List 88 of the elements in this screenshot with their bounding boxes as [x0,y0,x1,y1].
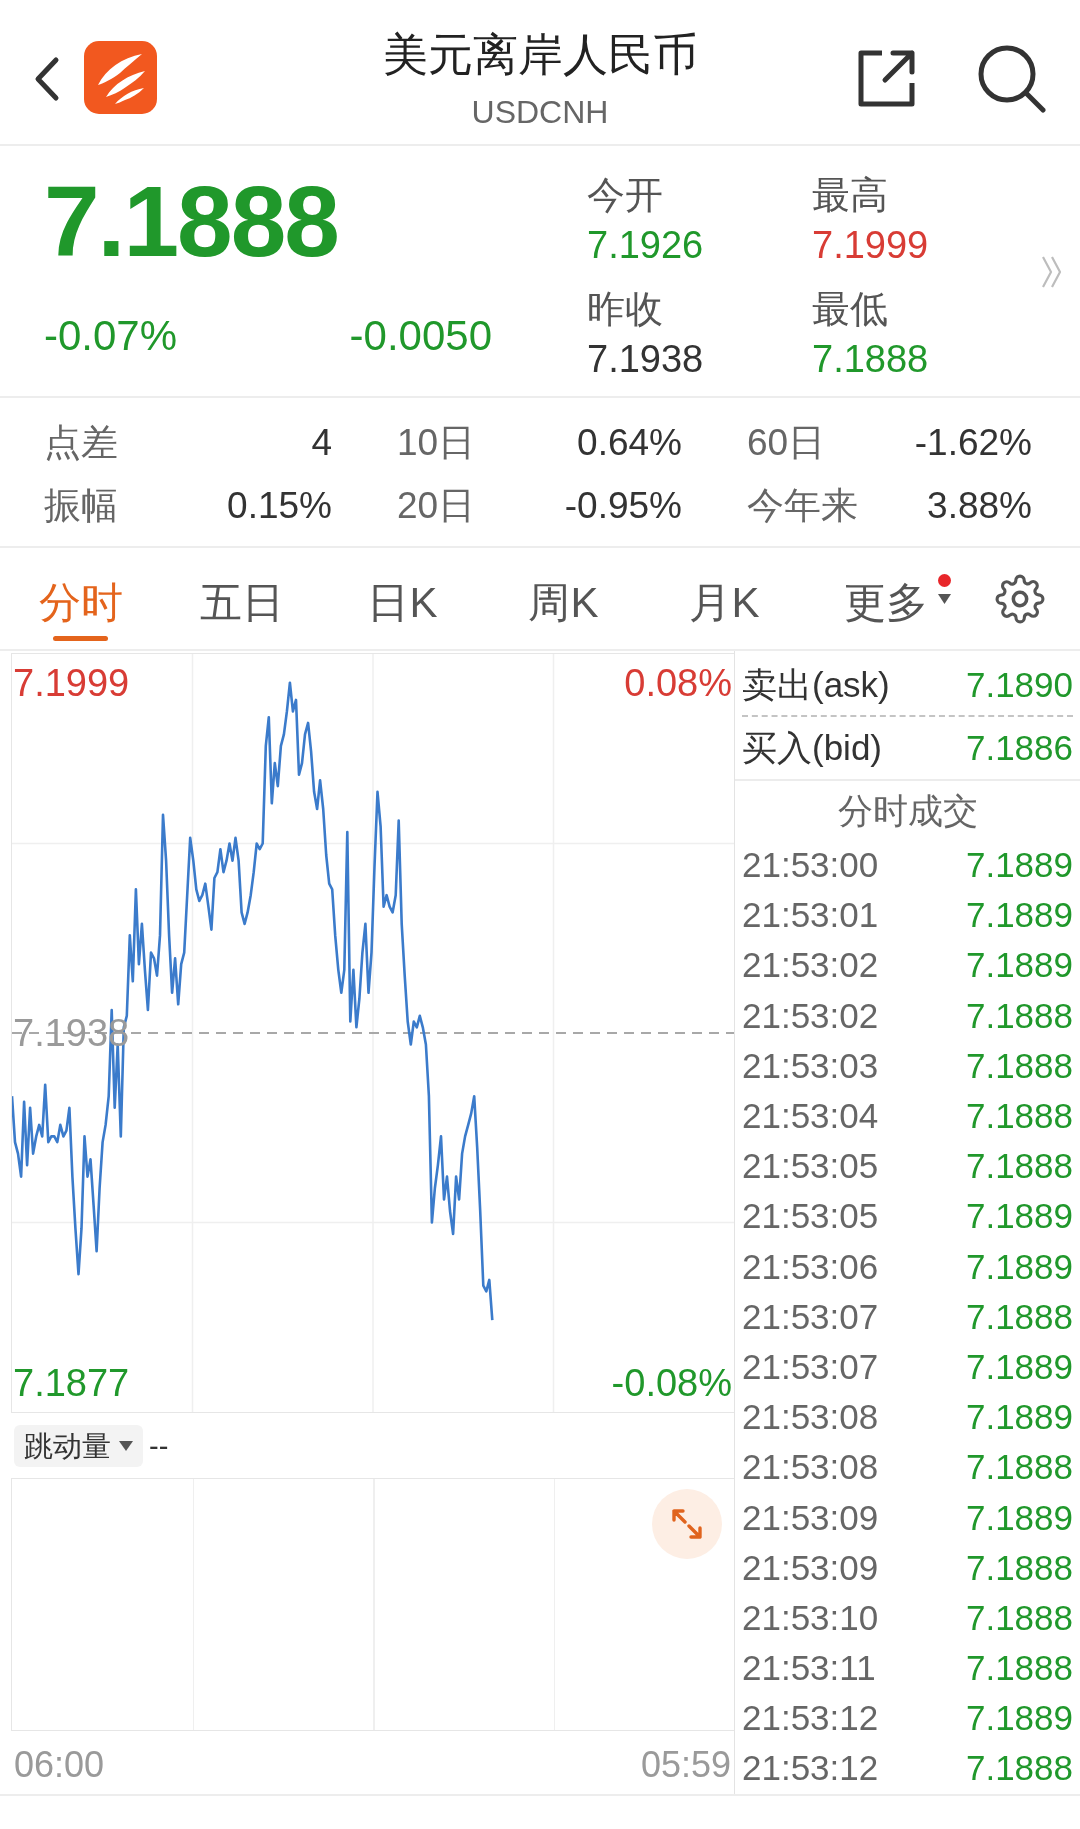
time-axis-label: 06:00 [14,1747,105,1783]
trade-time: 21:53:11 [742,1648,876,1689]
tab[interactable]: 月K [644,548,805,649]
tab[interactable]: 周K [483,548,644,649]
tab[interactable]: 五日 [161,548,322,649]
stat-value: 7.1999 [812,223,929,268]
caret-icon [119,1440,133,1451]
trade-time: 21:53:04 [742,1096,879,1137]
trade-time: 21:53:12 [742,1748,879,1789]
axis-label: 0.08% [624,663,732,702]
stat-value: 7.1938 [587,337,704,382]
page-title: 美元离岸人民币 [382,30,698,80]
indicator-value: -- [149,1429,169,1462]
search-icon[interactable] [977,44,1046,113]
trade-time: 21:53:05 [742,1196,879,1237]
trade-time: 21:53:12 [742,1698,879,1739]
stat-label: 今开 [587,173,663,218]
time-axis-label: 05:59 [640,1747,731,1783]
trade-price: 7.1889 [965,1196,1073,1237]
trade-price: 7.1889 [965,1698,1073,1739]
metric-value: -0.95% [564,483,682,528]
trade-price: 7.1888 [965,1096,1073,1137]
metric-label: 20日 [397,483,476,528]
trade-time: 21:53:01 [742,895,879,936]
trade-price: 7.1888 [965,1146,1073,1187]
trades-title: 分时成交 [837,790,978,831]
trade-time: 21:53:00 [742,845,879,886]
metric-value: 0.15% [227,483,332,528]
trade-time: 21:53:09 [742,1497,879,1538]
logo-icon [84,41,157,114]
current-price: 7.1888 [44,171,338,271]
order-price: 7.1886 [965,728,1073,768]
trade-time: 21:53:06 [742,1246,879,1287]
metric-value: -1.62% [914,420,1032,465]
trade-price: 7.1889 [965,1246,1073,1287]
trade-time: 21:53:07 [742,1346,879,1387]
trade-time: 21:53:05 [742,1146,879,1187]
trade-time: 21:53:03 [742,1045,879,1086]
trade-price: 7.1889 [965,1497,1073,1538]
trade-price: 7.1888 [965,1648,1073,1689]
back-icon[interactable] [33,55,61,103]
metric-label: 点差 [44,420,118,465]
trade-price: 7.1888 [965,1597,1073,1638]
stat-label: 最低 [812,287,888,332]
trade-price: 7.1889 [965,945,1073,986]
metric-value: 3.88% [927,483,1032,528]
share-icon[interactable] [857,49,916,108]
trade-price: 7.1888 [965,1447,1073,1488]
trade-price: 7.1889 [965,1397,1073,1438]
symbol-code: USDCNH [471,94,609,130]
stat-value: 7.1926 [587,223,704,268]
order-label: 买入(bid) [742,728,883,768]
trade-time: 21:53:07 [742,1296,879,1337]
trade-price: 7.1889 [965,1346,1073,1387]
trade-time: 21:53:08 [742,1447,879,1488]
metric-label: 60日 [747,420,826,465]
stat-value: 7.1888 [812,337,929,382]
trade-price: 7.1888 [965,1296,1073,1337]
trade-time: 21:53:10 [742,1597,879,1638]
metric-value: 0.64% [577,420,682,465]
axis-label: 7.1999 [13,663,130,702]
tab[interactable]: 更多 [805,548,966,649]
stat-label: 最高 [812,173,888,218]
trade-time: 21:53:02 [742,995,879,1036]
axis-label: -0.08% [611,1364,732,1403]
change-value: -0.0050 [349,315,492,357]
change-percent: -0.07% [44,315,178,357]
metric-label: 振幅 [44,483,118,528]
trade-price: 7.1888 [965,1748,1073,1789]
tab[interactable]: 日K [322,548,483,649]
expand-icon [670,1507,704,1541]
trade-price: 7.1888 [965,1045,1073,1086]
axis-label: 7.1877 [13,1364,130,1403]
trade-time: 21:53:08 [742,1397,879,1438]
order-price: 7.1890 [965,665,1073,705]
stat-label: 昨收 [587,287,663,332]
order-label: 卖出(ask) [742,665,890,705]
trade-time: 21:53:09 [742,1547,879,1588]
trade-price: 7.1889 [965,895,1073,936]
metric-value: 4 [311,420,332,465]
metric-label: 10日 [397,420,476,465]
settings-icon[interactable] [995,573,1045,624]
indicator-dropdown[interactable]: 跳动量 [14,1424,143,1467]
trade-price: 7.1889 [965,845,1073,886]
trade-time: 21:53:02 [742,945,879,986]
trade-price: 7.1888 [965,995,1073,1036]
metric-label: 今年来 [747,483,858,528]
trade-price: 7.1888 [965,1547,1073,1588]
